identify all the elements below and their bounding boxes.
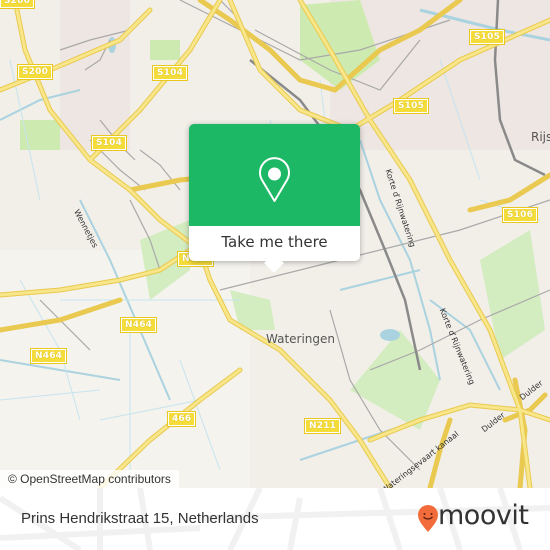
road-shield-n464-b: N464 — [119, 317, 158, 333]
road-shield-n211: N211 — [303, 418, 342, 434]
moovit-logo[interactable]: moovit — [418, 500, 530, 535]
road-shield-s200: S200 — [16, 64, 54, 80]
road-shield-s104: S104 — [151, 65, 189, 81]
take-me-there-button[interactable]: Take me there — [189, 226, 360, 261]
map-view[interactable]: S200 S200 S104 S104 S105 S105 S106 N464 … — [0, 0, 550, 488]
road-shield-s200-top: S200 — [0, 0, 36, 9]
moovit-wordmark: moovit — [438, 500, 529, 531]
road-shield-n464-c: N464 — [29, 348, 68, 364]
address-text: Prins Hendrikstraat 15, Netherlands — [21, 510, 259, 527]
location-popup: Take me there — [189, 124, 360, 273]
place-label-rijswijk: Rijs — [531, 130, 550, 144]
road-shield-s105-b: S105 — [392, 98, 430, 114]
place-label-wateringen: Wateringen — [266, 332, 336, 346]
location-pin-icon — [259, 157, 290, 202]
road-shield-s104-b: S104 — [90, 135, 128, 151]
moovit-smile-pin-icon — [418, 505, 438, 532]
osm-attribution[interactable]: © OpenStreetMap contributors — [0, 470, 179, 488]
road-shield-s105: S105 — [468, 29, 506, 45]
popup-header — [189, 124, 360, 226]
road-shield-466: 466 — [166, 411, 197, 427]
road-shield-s106: S106 — [501, 207, 539, 223]
